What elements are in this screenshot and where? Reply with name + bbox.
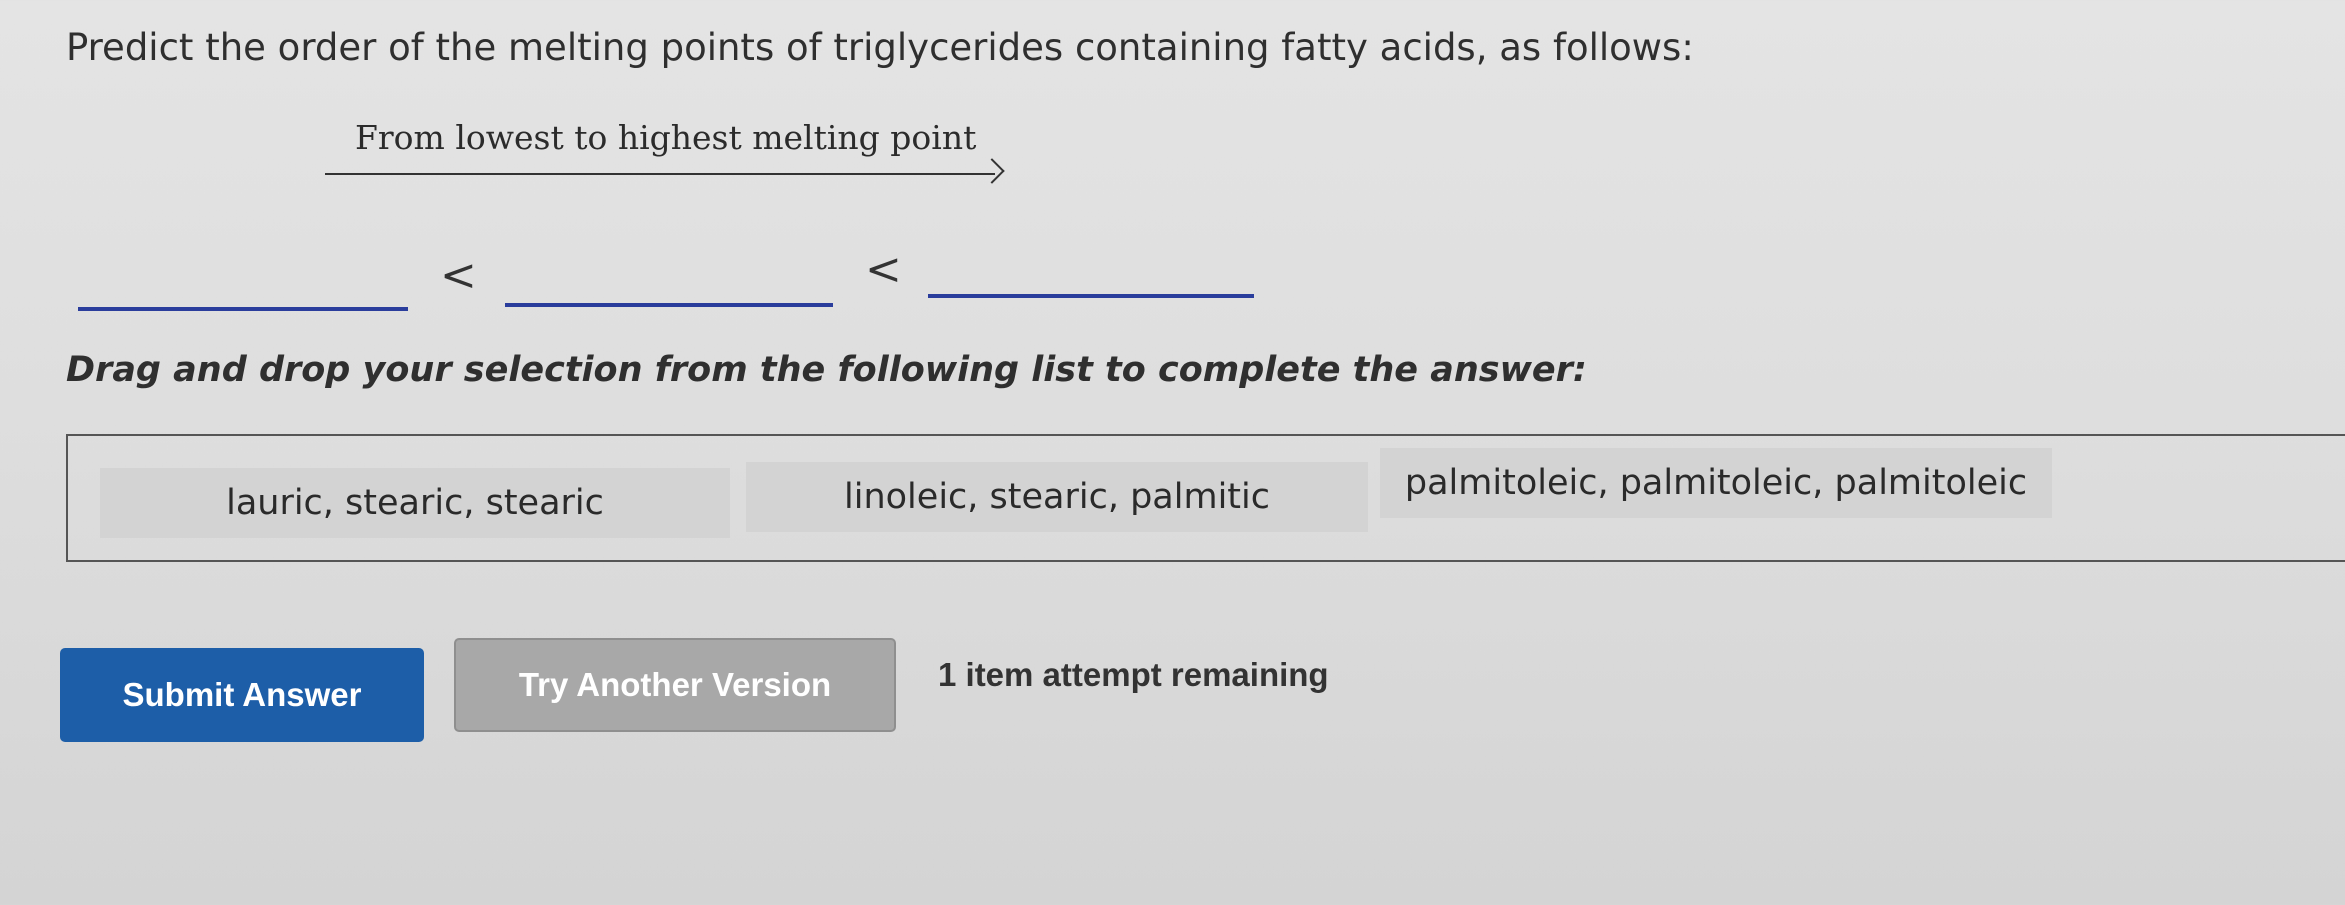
arrow-label: From lowest to highest melting point (355, 118, 977, 157)
submit-answer-button[interactable]: Submit Answer (60, 648, 424, 742)
choices-container: lauric, stearic, stearic linoleic, stear… (66, 434, 2345, 562)
answer-blank-3[interactable] (928, 294, 1254, 298)
try-another-version-button[interactable]: Try Another Version (454, 638, 896, 732)
choice-lauric-stearic-stearic[interactable]: lauric, stearic, stearic (100, 468, 730, 538)
attempts-remaining-text: 1 item attempt remaining (938, 656, 1329, 693)
choice-linoleic-stearic-palmitic[interactable]: linoleic, stearic, palmitic (746, 462, 1368, 532)
answer-blank-1[interactable] (78, 307, 408, 311)
drag-drop-instruction: Drag and drop your selection from the fo… (66, 350, 1587, 390)
question-page: Predict the order of the melting points … (0, 0, 2345, 905)
ordering-arrow: From lowest to highest melting point (325, 118, 1005, 188)
less-than-symbol-2: < (865, 244, 902, 295)
answer-blank-2[interactable] (505, 303, 833, 307)
question-text: Predict the order of the melting points … (66, 26, 1694, 69)
arrow-right-icon (979, 158, 1005, 184)
less-than-symbol-1: < (440, 250, 477, 301)
arrow-line (325, 173, 995, 175)
choice-palmitoleic-palmitoleic-palmitoleic[interactable]: palmitoleic, palmitoleic, palmitoleic (1380, 448, 2052, 518)
